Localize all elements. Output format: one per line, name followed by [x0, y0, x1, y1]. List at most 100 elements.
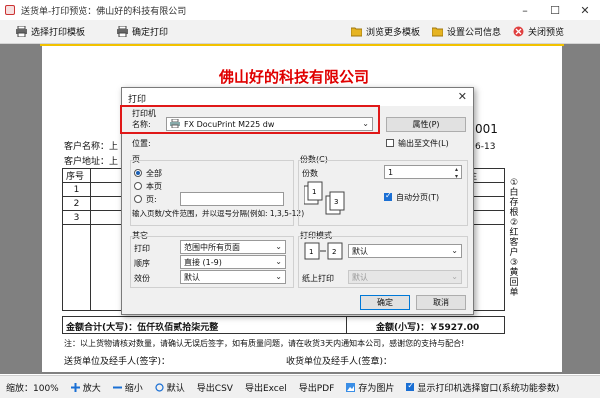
- browse-templates-button[interactable]: 浏览更多模板: [345, 22, 426, 42]
- dialog-title: 打印: [122, 88, 473, 106]
- highlight-box: [120, 105, 380, 134]
- page-range-hint: 输入页数/文件范围，并以逗号分隔(例如: 1,3,5-12): [132, 209, 305, 218]
- table-header-cell: 序号: [62, 168, 91, 183]
- printer-icon: [16, 25, 27, 38]
- properties-button[interactable]: 属性(P): [386, 117, 466, 132]
- chevron-down-icon: ⌄: [275, 257, 282, 266]
- table-cell: [62, 224, 91, 311]
- document-number: 001: [475, 122, 498, 136]
- print-to-file-label: 输出至文件(L): [398, 139, 449, 148]
- chevron-down-icon: ⌄: [451, 272, 458, 281]
- page-range-label: 页:: [146, 195, 157, 204]
- pages-per-sheet-value: 默认: [184, 272, 200, 282]
- table-cell: 2: [62, 196, 91, 211]
- printer-icon: [117, 25, 129, 38]
- print-mode-select[interactable]: 默认 ⌄: [348, 244, 462, 258]
- export-excel-button[interactable]: 导出Excel: [239, 378, 293, 396]
- order-value: 直接 (1-9): [184, 257, 222, 267]
- zoom-in-label: 放大: [82, 383, 101, 394]
- order-label: 顺序: [134, 259, 150, 268]
- location-label: 位置:: [132, 139, 151, 148]
- order-select[interactable]: 直接 (1-9) ⌄: [180, 255, 286, 269]
- status-bar: 缩放：100% 放大 缩小 默认 导出CSV 导出Excel 导出PDF 存为图…: [0, 375, 600, 398]
- customer-address: 客户地址：上: [64, 157, 119, 167]
- close-window-button[interactable]: ✕: [570, 0, 600, 20]
- company-info-button[interactable]: 设置公司信息: [426, 22, 507, 42]
- page-range-input[interactable]: [180, 192, 284, 206]
- chevron-down-icon: ⌄: [275, 272, 282, 281]
- paper-print-label: 纸上打印: [302, 274, 334, 283]
- sender-sign: 送货单位及经手人(签字)：: [64, 357, 171, 367]
- chevron-down-icon: ⌄: [451, 246, 458, 255]
- default-zoom-label: 默认: [166, 383, 185, 394]
- zoom-level: 缩放：100%: [6, 383, 59, 394]
- export-csv-button[interactable]: 导出CSV: [191, 378, 239, 396]
- toolbar: 选择打印模板 确定打印 浏览更多模板 设置公司信息 关闭预览: [0, 20, 600, 44]
- collate-label: 自动分页(T): [396, 193, 440, 202]
- close-preview-label: 关闭预览: [527, 28, 564, 38]
- ok-button[interactable]: 确定: [360, 295, 410, 310]
- show-dialog-option[interactable]: 显示打印机选择窗口(系统功能参数): [400, 378, 565, 396]
- print-range-value: 范围中所有页面: [184, 242, 240, 252]
- table-cell: 3: [62, 210, 91, 225]
- print-to-file-checkbox[interactable]: [386, 139, 394, 147]
- chevron-down-icon: ⌄: [275, 242, 282, 251]
- zoom-in-icon: [70, 382, 80, 392]
- spinner-icon[interactable]: ▴ ▾: [455, 166, 458, 180]
- paper-print-value: 默认: [352, 272, 368, 282]
- zoom-out-button[interactable]: 缩小: [107, 378, 149, 396]
- all-pages-radio[interactable]: [134, 169, 142, 177]
- print-range-label: 打印: [134, 244, 150, 253]
- pages-per-sheet-label: 效份: [134, 274, 150, 283]
- company-title: 佛山好的科技有限公司: [218, 68, 369, 86]
- all-pages-label: 全部: [146, 169, 162, 178]
- receiver-sign: 收货单位及经手人(签章)：: [286, 357, 393, 367]
- folder-icon: [350, 26, 363, 37]
- collate-checkbox[interactable]: [384, 191, 392, 201]
- document-date: 6-13: [475, 142, 496, 152]
- svg-text:1: 1: [309, 248, 313, 256]
- title-bar: 送货单-打印预览：佛山好的科技有限公司 – ☐ ✕: [0, 0, 600, 20]
- cancel-button[interactable]: 取消: [416, 295, 466, 310]
- close-preview-button[interactable]: 关闭预览: [507, 22, 570, 42]
- export-pdf-button[interactable]: 导出PDF: [293, 378, 341, 396]
- svg-text:2: 2: [332, 248, 336, 256]
- minimize-button[interactable]: –: [510, 0, 540, 20]
- copies-value: 1: [388, 167, 394, 177]
- svg-text:3: 3: [334, 198, 338, 206]
- svg-text:1: 1: [312, 188, 316, 196]
- default-zoom-button[interactable]: 默认: [149, 378, 191, 396]
- refresh-icon: [155, 382, 164, 392]
- select-template-label: 选择打印模板: [31, 28, 86, 38]
- save-image-label: 存为图片: [358, 383, 395, 394]
- dialog-close-button[interactable]: ✕: [458, 90, 467, 103]
- save-image-button[interactable]: 存为图片: [340, 378, 400, 396]
- maximize-button[interactable]: ☐: [540, 0, 570, 20]
- zoom-out-icon: [112, 383, 122, 392]
- print-mode-value: 默认: [352, 246, 368, 256]
- current-page-radio[interactable]: [134, 182, 142, 190]
- confirm-print-label: 确定打印: [132, 28, 169, 38]
- app-icon: [5, 5, 15, 15]
- zoom-in-button[interactable]: 放大: [65, 378, 107, 396]
- table-cell: 1: [62, 182, 91, 197]
- page-range-radio[interactable]: [134, 195, 142, 203]
- print-range-select[interactable]: 范围中所有页面 ⌄: [180, 240, 286, 254]
- current-page-label: 本页: [146, 182, 162, 191]
- browse-templates-label: 浏览更多模板: [365, 28, 420, 38]
- window-title: 送货单-打印预览：佛山好的科技有限公司: [21, 6, 187, 17]
- select-template-button[interactable]: 选择打印模板: [10, 22, 91, 42]
- confirm-print-button[interactable]: 确定打印: [111, 22, 174, 42]
- collate-icon: 13: [304, 181, 345, 215]
- pages-per-sheet-select[interactable]: 默认 ⌄: [180, 270, 286, 284]
- copy-legend: ①白存根 ②红客户 ③黄回单: [509, 178, 519, 298]
- folder-icon: [431, 26, 444, 37]
- note-text: 注：以上货物请核对数量，请确认无误后签字，如有质量问题，请在收货3天内通知本公司…: [64, 339, 465, 348]
- total-divider: [346, 316, 347, 334]
- show-dialog-label: 显示打印机选择窗口(系统功能参数): [417, 383, 560, 394]
- paper-print-select[interactable]: 默认 ⌄: [348, 270, 462, 284]
- show-dialog-checkbox[interactable]: [406, 381, 415, 391]
- copies-input[interactable]: 1 ▴ ▾: [384, 165, 462, 180]
- image-icon: [346, 382, 356, 392]
- copies-label: 份数: [302, 169, 318, 178]
